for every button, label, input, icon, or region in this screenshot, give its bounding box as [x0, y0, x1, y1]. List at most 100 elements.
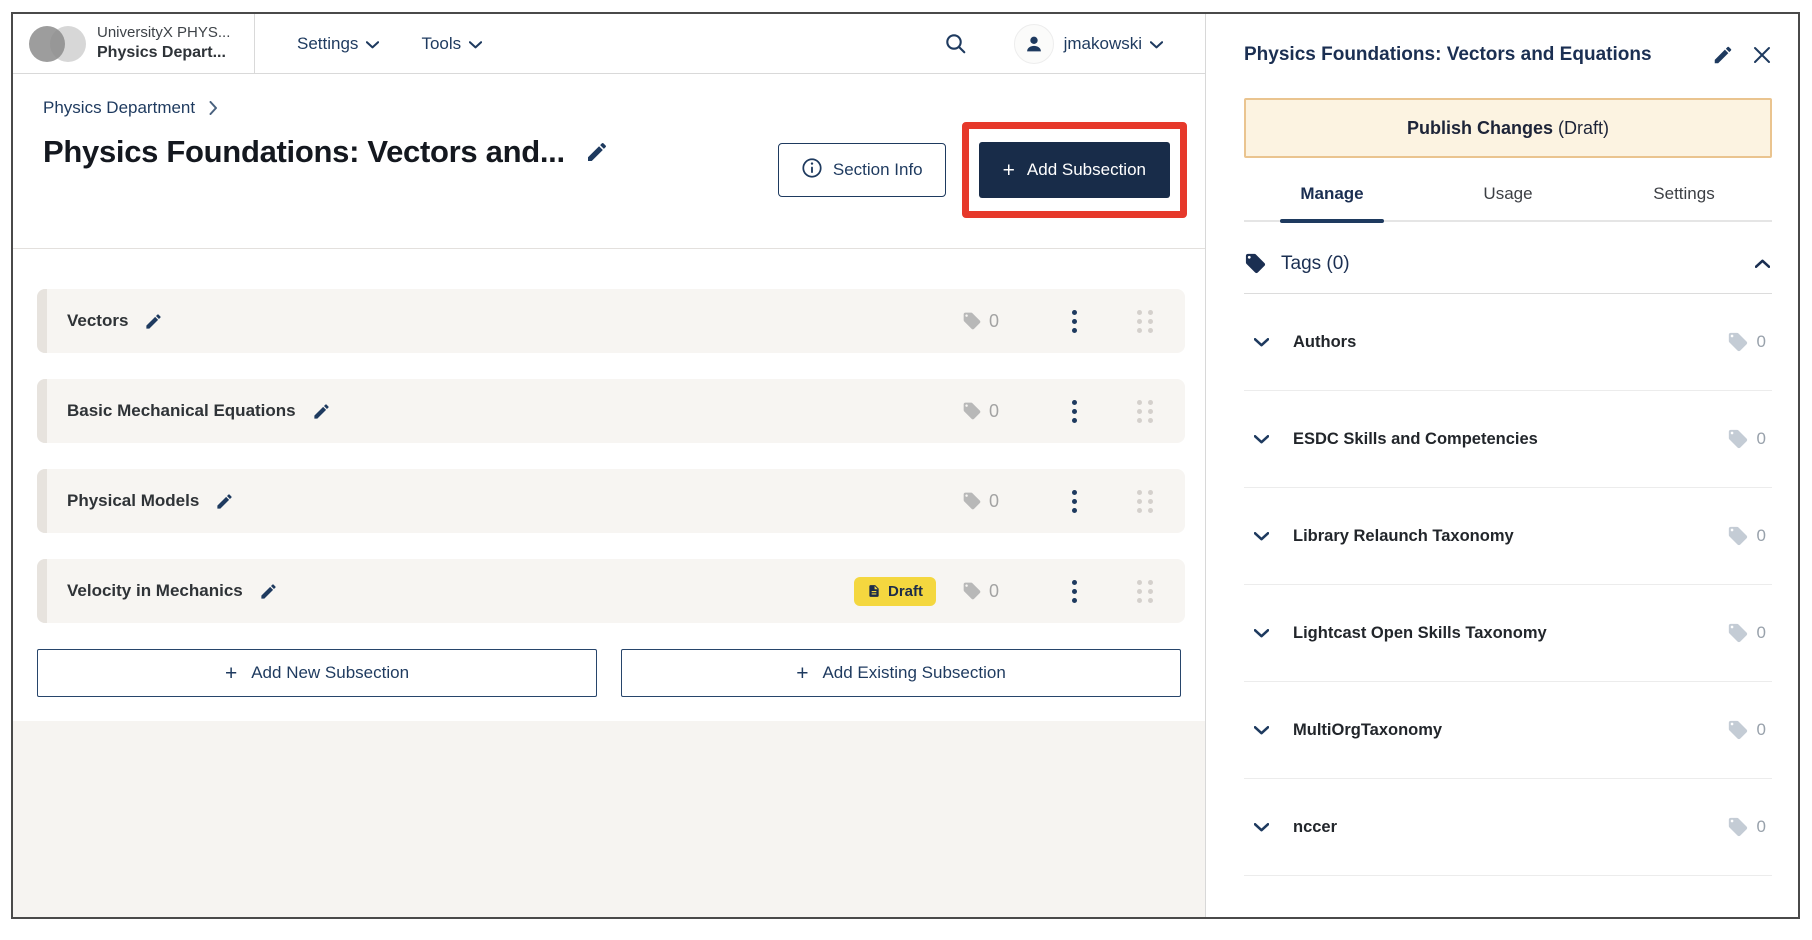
- row-options-kebab-icon[interactable]: [1064, 306, 1085, 337]
- drag-handle-icon[interactable]: [1137, 580, 1153, 603]
- document-icon: [867, 584, 881, 598]
- user-menu[interactable]: jmakowski: [1064, 34, 1163, 54]
- add-subsection-button[interactable]: + Add Subsection: [979, 142, 1170, 198]
- taxonomy-tag-count: 0: [1727, 816, 1766, 838]
- row-options-kebab-icon[interactable]: [1064, 486, 1085, 517]
- panel-title: Physics Foundations: Vectors and Equatio…: [1244, 44, 1694, 66]
- chevron-down-icon[interactable]: [1252, 530, 1271, 543]
- chevron-down-icon[interactable]: [1252, 336, 1271, 349]
- add-new-subsection-button[interactable]: + Add New Subsection: [37, 649, 597, 697]
- tools-menu[interactable]: Tools: [421, 34, 482, 54]
- taxonomy-row: nccer 0: [1244, 779, 1772, 876]
- draft-status-badge: Draft: [854, 577, 936, 606]
- subsection-tag-count: 0: [962, 311, 1028, 332]
- user-menu-label: jmakowski: [1064, 34, 1142, 54]
- subsection-list-area: Vectors 0 Basic Mechanical Equations 0: [13, 249, 1205, 697]
- breadcrumb-link[interactable]: Physics Department: [43, 98, 195, 118]
- tag-icon: [1727, 331, 1749, 353]
- add-subsection-label: Add Subsection: [1027, 160, 1146, 180]
- tag-icon: [962, 401, 982, 421]
- chevron-down-icon[interactable]: [1252, 433, 1271, 446]
- publish-changes-button[interactable]: Publish Changes (Draft): [1244, 98, 1772, 158]
- tag-count-value: 0: [989, 311, 999, 332]
- taxonomy-count-value: 0: [1757, 429, 1766, 449]
- taxonomy-count-value: 0: [1757, 526, 1766, 546]
- chevron-down-icon: [1150, 34, 1163, 54]
- org-unit-name: Physics Depart...: [97, 43, 230, 63]
- org-name: UniversityX PHYS...: [97, 24, 230, 43]
- tag-icon: [1727, 816, 1749, 838]
- panel-tab[interactable]: Usage: [1420, 184, 1596, 220]
- add-existing-subsection-label: Add Existing Subsection: [822, 663, 1005, 683]
- chevron-down-icon: [366, 34, 379, 54]
- add-existing-subsection-button[interactable]: + Add Existing Subsection: [621, 649, 1181, 697]
- chevron-down-icon[interactable]: [1252, 627, 1271, 640]
- subsection-row: Basic Mechanical Equations 0: [37, 379, 1185, 443]
- subsection-label: Physical Models: [67, 491, 199, 511]
- subsection-label: Basic Mechanical Equations: [67, 401, 296, 421]
- subsection-row: Vectors 0: [37, 289, 1185, 353]
- tag-icon: [1727, 719, 1749, 741]
- taxonomy-row: Library Relaunch Taxonomy 0: [1244, 488, 1772, 585]
- close-panel-icon[interactable]: [1752, 45, 1772, 65]
- taxonomy-label: Authors: [1293, 333, 1727, 352]
- panel-tab[interactable]: Manage: [1244, 184, 1420, 220]
- search-icon[interactable]: [944, 32, 968, 56]
- taxonomy-row: Authors 0: [1244, 294, 1772, 391]
- taxonomy-label: MultiOrgTaxonomy: [1293, 721, 1727, 740]
- tags-header-label: Tags (0): [1281, 253, 1753, 275]
- edit-subsection-icon[interactable]: [259, 582, 278, 601]
- subsection-label: Vectors: [67, 311, 128, 331]
- taxonomy-row: MultiOrgTaxonomy 0: [1244, 682, 1772, 779]
- org-switcher[interactable]: UniversityX PHYS... Physics Depart...: [13, 14, 255, 73]
- section-info-button[interactable]: Section Info: [778, 143, 946, 197]
- publish-draft-suffix: (Draft): [1553, 118, 1609, 138]
- row-options-kebab-icon[interactable]: [1064, 576, 1085, 607]
- drag-handle-icon[interactable]: [1137, 400, 1153, 423]
- taxonomy-tag-count: 0: [1727, 331, 1766, 353]
- chevron-down-icon[interactable]: [1252, 821, 1271, 834]
- panel-tab-label: Usage: [1483, 184, 1532, 203]
- plus-icon: +: [225, 663, 237, 684]
- tag-count-value: 0: [989, 581, 999, 602]
- taxonomy-count-value: 0: [1757, 623, 1766, 643]
- section-title-area: Physics Department Physics Foundations: …: [13, 74, 1205, 249]
- tag-icon: [1727, 428, 1749, 450]
- subsection-row: Physical Models 0: [37, 469, 1185, 533]
- taxonomy-label: nccer: [1293, 818, 1727, 837]
- add-new-subsection-label: Add New Subsection: [251, 663, 409, 683]
- subsection-row: Velocity in Mechanics Draft 0: [37, 559, 1185, 623]
- edit-panel-title-icon[interactable]: [1712, 44, 1734, 66]
- edit-subsection-icon[interactable]: [144, 312, 163, 331]
- tag-count-value: 0: [989, 491, 999, 512]
- taxonomy-tag-count: 0: [1727, 428, 1766, 450]
- info-icon: [801, 157, 823, 184]
- taxonomy-label: Lightcast Open Skills Taxonomy: [1293, 624, 1727, 643]
- panel-tab[interactable]: Settings: [1596, 184, 1772, 220]
- tools-menu-label: Tools: [421, 34, 461, 54]
- tag-icon: [1727, 622, 1749, 644]
- subsection-tag-count: 0: [962, 581, 1028, 602]
- tag-icon: [962, 491, 982, 511]
- taxonomy-count-value: 0: [1757, 332, 1766, 352]
- chevron-down-icon[interactable]: [1252, 724, 1271, 737]
- taxonomy-row: ESDC Skills and Competencies 0: [1244, 391, 1772, 488]
- top-navigation-bar: UniversityX PHYS... Physics Depart... Se…: [13, 14, 1205, 74]
- drag-handle-icon[interactable]: [1137, 310, 1153, 333]
- panel-tabs: Manage Usage Settings: [1244, 184, 1772, 222]
- draft-badge-label: Draft: [888, 583, 923, 600]
- row-options-kebab-icon[interactable]: [1064, 396, 1085, 427]
- taxonomy-label: ESDC Skills and Competencies: [1293, 430, 1727, 449]
- plus-icon: +: [1003, 160, 1015, 181]
- section-info-label: Section Info: [833, 160, 923, 180]
- publish-changes-label: Publish Changes: [1407, 118, 1553, 138]
- app-window: UniversityX PHYS... Physics Depart... Se…: [11, 12, 1800, 919]
- chevron-up-icon[interactable]: [1753, 257, 1772, 270]
- settings-menu[interactable]: Settings: [297, 34, 379, 54]
- edit-subsection-icon[interactable]: [312, 402, 331, 421]
- drag-handle-icon[interactable]: [1137, 490, 1153, 513]
- edit-subsection-icon[interactable]: [215, 492, 234, 511]
- edit-title-icon[interactable]: [585, 140, 609, 164]
- chevron-down-icon: [469, 34, 482, 54]
- taxonomy-tag-count: 0: [1727, 525, 1766, 547]
